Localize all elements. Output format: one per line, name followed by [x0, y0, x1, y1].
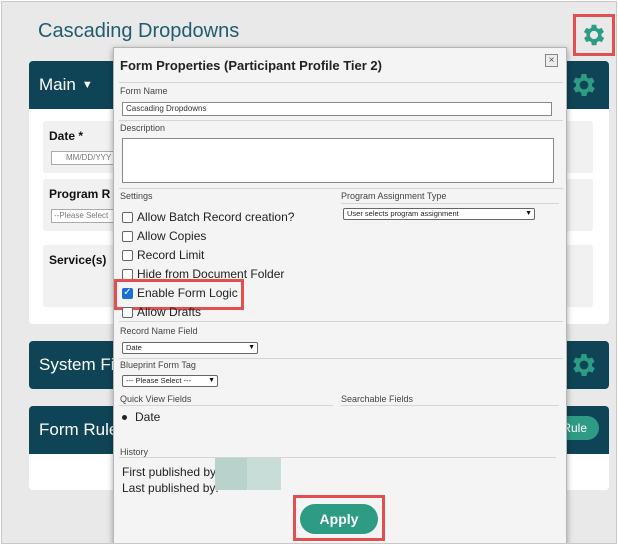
services-field-label: Service(s) — [49, 253, 107, 267]
form-name-label: Form Name — [120, 86, 168, 96]
checkbox-label: Allow Batch Record creation? — [137, 210, 295, 224]
divider — [119, 321, 563, 322]
divider — [341, 405, 559, 406]
page-title: Cascading Dropdowns — [38, 20, 240, 42]
bullet-icon — [122, 414, 127, 420]
chevron-down-icon: ▼ — [208, 377, 215, 384]
screen: Cascading Dropdowns Main ▼ Date * MM/DD/… — [1, 1, 617, 544]
chevron-down-icon: ▼ — [525, 210, 532, 217]
program-assignment-select[interactable]: User selects program assignment ▼ — [343, 208, 535, 220]
record-name-select[interactable]: Date ▼ — [122, 342, 258, 354]
checkbox-allow-copies[interactable]: Allow Copies — [122, 229, 206, 243]
main-section-title: Main — [39, 75, 76, 94]
divider — [119, 358, 563, 359]
divider — [341, 203, 559, 204]
form-rules-title: Form Rule — [39, 420, 119, 439]
blueprint-tag-select[interactable]: --- Please Select --- ▼ — [122, 375, 218, 387]
last-published-text: Last published by: — [122, 481, 219, 495]
checkbox-box[interactable] — [122, 230, 133, 242]
form-name-input[interactable]: Cascading Dropdowns — [122, 102, 552, 116]
divider — [119, 188, 563, 189]
form-properties-dialog: Form Properties (Participant Profile Tie… — [113, 47, 567, 543]
program-assignment-value: User selects program assignment — [347, 209, 459, 218]
redacted-block — [215, 458, 247, 490]
checkbox-box[interactable] — [122, 211, 133, 223]
record-name-value: Date — [126, 343, 142, 352]
divider — [119, 457, 556, 458]
close-icon[interactable]: × — [545, 54, 558, 67]
date-field-label: Date * — [49, 129, 84, 143]
chevron-down-icon: ▼ — [248, 344, 255, 351]
checkbox-label: Allow Drafts — [137, 305, 202, 319]
first-published-text: First published by: — [122, 465, 220, 479]
checkbox-label: Allow Copies — [137, 229, 207, 243]
divider — [119, 82, 563, 83]
system-fields-title: System Fi — [39, 355, 115, 374]
blueprint-tag-value: --- Please Select --- — [126, 376, 192, 385]
checkbox-box[interactable] — [122, 306, 133, 318]
dialog-title: Form Properties (Participant Profile Tie… — [120, 58, 382, 73]
form-settings-gear-button[interactable] — [573, 14, 615, 56]
checkbox-allow-batch[interactable]: Allow Batch Record creation? — [122, 210, 294, 224]
checkbox-record-limit[interactable]: Record Limit — [122, 248, 204, 262]
quick-view-field: Date — [135, 410, 161, 424]
record-name-label: Record Name Field — [120, 326, 198, 336]
description-textarea[interactable] — [122, 138, 554, 183]
checkbox-box[interactable] — [122, 268, 133, 280]
divider — [119, 120, 563, 121]
description-label: Description — [120, 123, 166, 133]
checkbox-allow-drafts[interactable]: Allow Drafts — [122, 305, 201, 319]
checkbox-box[interactable] — [122, 249, 133, 261]
divider — [119, 405, 333, 406]
list-item: Date — [122, 410, 160, 424]
program-assignment-label: Program Assignment Type — [341, 191, 447, 201]
gear-icon[interactable] — [569, 350, 599, 380]
apply-button[interactable]: Apply — [300, 504, 378, 534]
caret-down-icon: ▼ — [81, 79, 93, 91]
gear-icon[interactable] — [569, 70, 599, 100]
gear-icon — [583, 24, 605, 46]
checkbox-label: Record Limit — [137, 248, 205, 262]
program-field-label: Program R — [49, 187, 111, 201]
searchable-fields-label: Searchable Fields — [341, 394, 414, 404]
blueprint-tag-label: Blueprint Form Tag — [120, 360, 196, 370]
history-label: History — [120, 447, 149, 457]
quick-view-label: Quick View Fields — [120, 394, 192, 404]
settings-label: Settings — [120, 191, 153, 201]
